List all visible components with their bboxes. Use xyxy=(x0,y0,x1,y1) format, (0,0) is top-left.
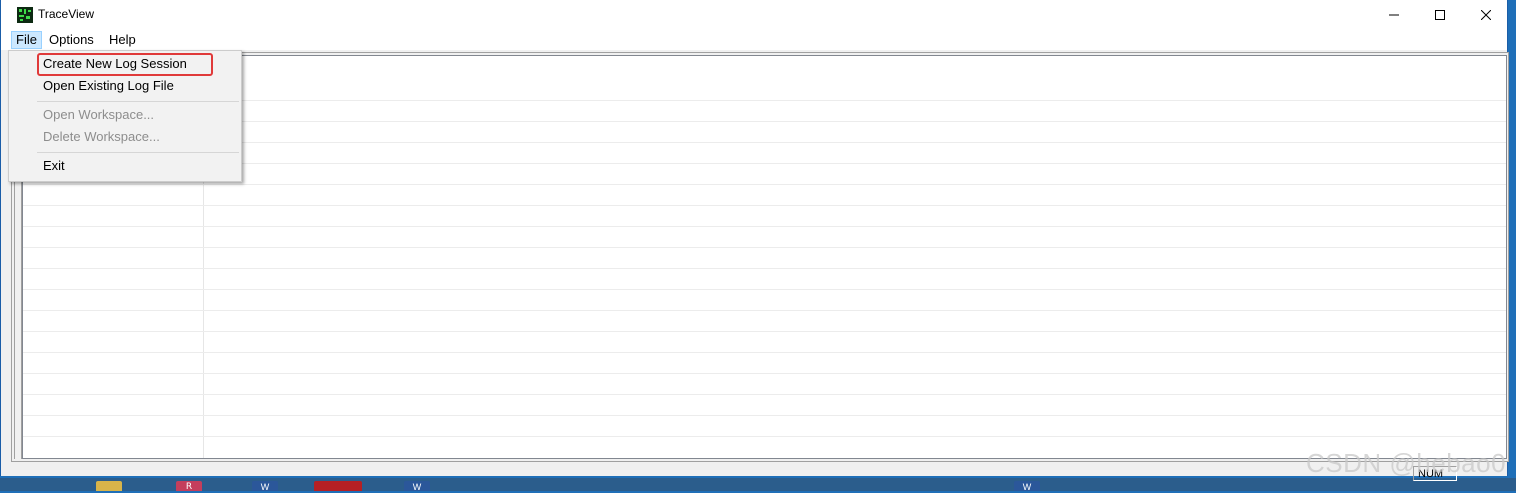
menu-options[interactable]: Options xyxy=(45,31,98,49)
menu-separator xyxy=(37,101,239,102)
minimize-button[interactable] xyxy=(1371,0,1417,30)
maximize-icon xyxy=(1435,10,1445,20)
row-line xyxy=(23,226,1506,227)
menu-item-open-workspace: Open Workspace... xyxy=(43,107,155,122)
taskbar-r-icon[interactable]: R xyxy=(176,481,202,492)
menu-item-create-new-log-session[interactable]: Create New Log Session xyxy=(43,54,187,74)
title-bar[interactable]: TraceView xyxy=(1,0,1507,30)
desktop-taskbar xyxy=(0,478,1516,491)
maximize-button[interactable] xyxy=(1417,0,1463,30)
status-bar xyxy=(1,463,1507,476)
row-line xyxy=(23,436,1506,437)
menu-file[interactable]: File xyxy=(11,31,42,49)
row-line xyxy=(23,268,1506,269)
row-line xyxy=(23,415,1506,416)
menu-item-exit[interactable]: Exit xyxy=(43,156,65,176)
traceview-app-icon xyxy=(17,7,33,23)
taskbar-word-icon[interactable]: W xyxy=(404,481,430,492)
log-list-view[interactable] xyxy=(22,55,1507,459)
watermark: CSDN @hebao0 xyxy=(1306,448,1507,478)
row-line xyxy=(23,163,1506,164)
minimize-icon xyxy=(1389,14,1399,16)
row-line xyxy=(23,100,1506,101)
row-line xyxy=(23,394,1506,395)
menu-item-delete-workspace: Delete Workspace... xyxy=(43,129,160,144)
row-line xyxy=(23,184,1506,185)
row-line xyxy=(23,310,1506,311)
menu-separator xyxy=(37,152,239,153)
taskbar-app-icon[interactable] xyxy=(96,481,122,491)
menu-bar xyxy=(1,30,1507,50)
menu-help[interactable]: Help xyxy=(105,31,140,49)
window-title: TraceView xyxy=(38,7,95,21)
row-line xyxy=(23,121,1506,122)
row-line xyxy=(23,247,1506,248)
file-menu-dropdown: Create New Log Session Open Existing Log… xyxy=(8,50,242,182)
row-line xyxy=(23,142,1506,143)
taskbar-word-icon[interactable]: W xyxy=(1014,481,1040,492)
row-line xyxy=(23,331,1506,332)
taskbar-word-icon[interactable]: W xyxy=(252,481,278,492)
close-icon xyxy=(1481,10,1491,20)
row-line xyxy=(23,373,1506,374)
taskbar-red-app-icon[interactable] xyxy=(314,481,362,491)
close-button[interactable] xyxy=(1463,0,1509,30)
menu-item-open-existing-log-file[interactable]: Open Existing Log File xyxy=(43,76,174,96)
row-line xyxy=(23,205,1506,206)
row-line xyxy=(23,352,1506,353)
row-line xyxy=(23,289,1506,290)
